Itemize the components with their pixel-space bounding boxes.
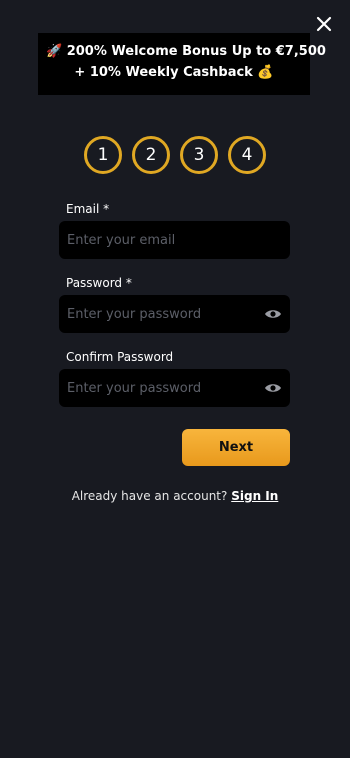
eye-icon[interactable] bbox=[264, 382, 282, 394]
signup-page: 🚀 200% Welcome Bonus Up to €7,500 + 10% … bbox=[0, 0, 350, 758]
email-field-wrapper bbox=[59, 221, 290, 259]
password-field[interactable] bbox=[67, 306, 258, 322]
step-2: 2 bbox=[132, 136, 170, 174]
password-label: Password * bbox=[66, 276, 132, 290]
confirm-password-field-wrapper bbox=[59, 369, 290, 407]
step-3: 3 bbox=[180, 136, 218, 174]
eye-icon[interactable] bbox=[264, 308, 282, 320]
money-bag-icon: 💰 bbox=[257, 65, 274, 80]
step-4: 4 bbox=[228, 136, 266, 174]
close-icon[interactable] bbox=[314, 14, 334, 34]
promo-cashback-text: + 10% Weekly Cashback bbox=[74, 65, 253, 80]
promo-line-1: 🚀 200% Welcome Bonus Up to €7,500 bbox=[46, 41, 326, 62]
signin-link[interactable]: Sign In bbox=[231, 489, 278, 503]
confirm-password-field[interactable] bbox=[67, 380, 258, 396]
signin-prompt: Already have an account? Sign In bbox=[0, 489, 350, 503]
email-field[interactable] bbox=[67, 232, 282, 248]
promo-banner: 🚀 200% Welcome Bonus Up to €7,500 + 10% … bbox=[38, 33, 326, 95]
password-field-wrapper bbox=[59, 295, 290, 333]
next-button[interactable]: Next bbox=[182, 429, 290, 466]
confirm-password-label: Confirm Password bbox=[66, 350, 174, 364]
signin-prompt-text: Already have an account? bbox=[71, 489, 228, 503]
promo-line-2: + 10% Weekly Cashback 💰 bbox=[46, 62, 302, 83]
step-indicator: 1 2 3 4 bbox=[0, 136, 350, 174]
promo-bonus-text: 200% Welcome Bonus Up to €7,500 bbox=[66, 44, 326, 59]
rocket-icon: 🚀 bbox=[46, 44, 63, 59]
email-label: Email * bbox=[66, 202, 110, 216]
step-1: 1 bbox=[84, 136, 122, 174]
